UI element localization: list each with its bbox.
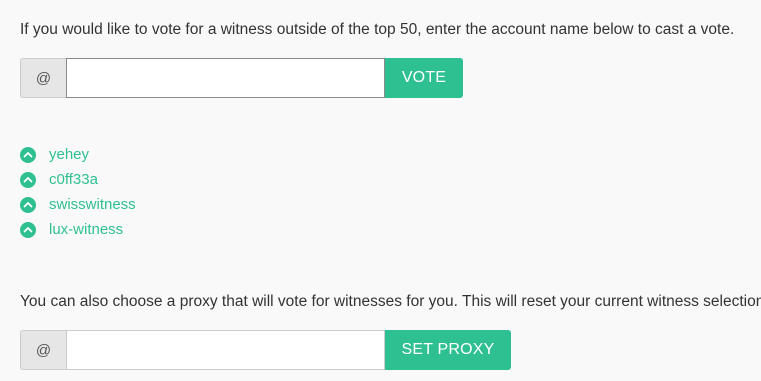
list-item: yehey [20,142,136,167]
vote-instructions: If you would like to vote for a witness … [20,21,735,38]
voted-witness-list: yehey c0ff33a swisswitness lux-witness [20,142,136,242]
witness-link[interactable]: swisswitness [49,196,136,213]
at-symbol-addon: @ [20,330,66,370]
witness-account-input[interactable] [66,58,385,98]
upvote-chevron-icon[interactable] [20,146,36,163]
proxy-instructions: You can also choose a proxy that will vo… [20,293,761,310]
proxy-input-group: @ SET PROXY [20,330,511,370]
vote-input-group: @ VOTE [20,58,463,98]
upvote-chevron-icon[interactable] [20,196,36,213]
upvote-chevron-icon[interactable] [20,221,36,238]
list-item: swisswitness [20,192,136,217]
witness-link[interactable]: yehey [49,146,89,163]
list-item: c0ff33a [20,167,136,192]
upvote-chevron-icon[interactable] [20,171,36,188]
witness-link[interactable]: c0ff33a [49,171,98,188]
at-symbol-addon: @ [20,58,66,98]
set-proxy-button[interactable]: SET PROXY [385,330,511,370]
witness-vote-page: If you would like to vote for a witness … [0,0,761,381]
vote-button[interactable]: VOTE [385,58,463,98]
witness-link[interactable]: lux-witness [49,221,123,238]
proxy-account-input[interactable] [66,330,385,370]
list-item: lux-witness [20,217,136,242]
